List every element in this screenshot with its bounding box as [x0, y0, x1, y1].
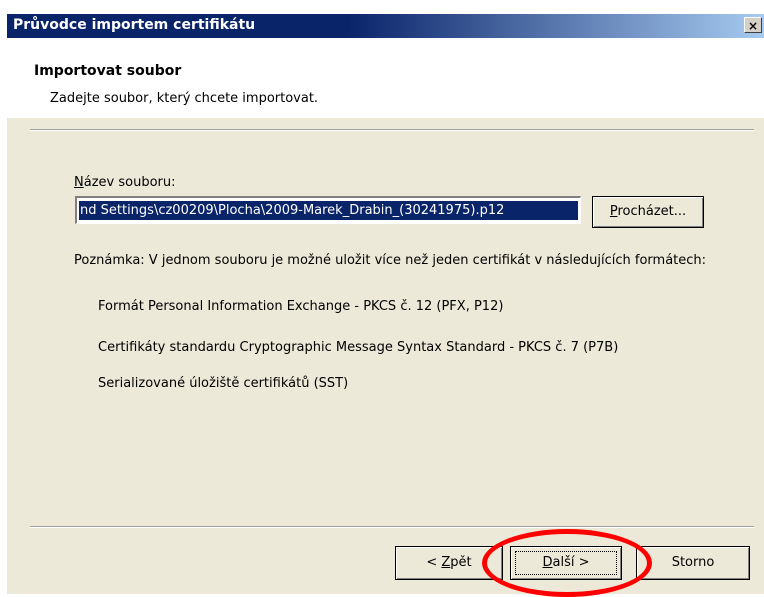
- browse-button[interactable]: Procházet...: [592, 196, 704, 228]
- window-title: Průvodce importem certifikátu: [13, 17, 256, 33]
- import-wizard-dialog: Průvodce importem certifikátu × Importov…: [0, 0, 764, 597]
- header-separator: [30, 129, 754, 131]
- file-name-label: Název souboru:: [74, 175, 175, 190]
- page-title: Importovat soubor: [34, 63, 182, 79]
- close-icon[interactable]: ×: [744, 17, 762, 33]
- focus-rect: [515, 551, 617, 575]
- next-button[interactable]: Další >: [510, 546, 622, 580]
- browse-button-rest: rocházet...: [617, 204, 687, 219]
- back-button-accel: Z: [441, 555, 451, 570]
- format-item-sst: Serializované úložiště certifikátů (SST): [98, 376, 349, 391]
- back-button[interactable]: < Zpět: [395, 546, 503, 580]
- title-bar: Průvodce importem certifikátu ×: [7, 14, 764, 38]
- file-name-label-rest: ázev souboru:: [83, 175, 176, 190]
- file-name-label-accel: N: [74, 175, 84, 190]
- note-text: Poznámka: V jednom souboru je možné ulož…: [74, 253, 707, 268]
- file-name-input[interactable]: nd Settings\cz00209\Plocha\2009-Marek_Dr…: [75, 196, 581, 224]
- back-button-rest: pět: [450, 555, 472, 570]
- cancel-button[interactable]: Storno: [636, 546, 750, 580]
- page-subtitle: Zadejte soubor, který chcete importovat.: [50, 91, 319, 106]
- format-item-pfx: Formát Personal Information Exchange - P…: [98, 299, 504, 314]
- back-button-prefix: <: [426, 555, 442, 570]
- format-item-p7b: Certifikáty standardu Cryptographic Mess…: [98, 340, 619, 355]
- file-name-value: nd Settings\cz00209\Plocha\2009-Marek_Dr…: [79, 201, 578, 220]
- footer-separator: [30, 526, 754, 528]
